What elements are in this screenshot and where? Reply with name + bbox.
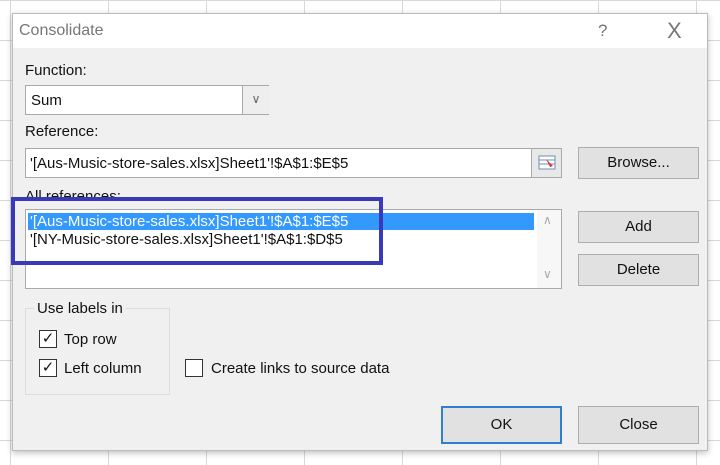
browse-button[interactable]: Browse...: [578, 147, 699, 179]
use-labels-title: Use labels in: [34, 300, 126, 317]
reference-value: '[Aus-Music-store-sales.xlsx]Sheet1'!$A$…: [30, 155, 349, 172]
close-button[interactable]: Close: [578, 406, 699, 444]
title-bar: Consolidate ? X: [13, 14, 707, 48]
chevron-down-icon[interactable]: ∨: [242, 86, 269, 114]
function-value: Sum: [31, 92, 62, 109]
delete-label: Delete: [616, 261, 661, 278]
dialog-title: Consolidate: [19, 22, 104, 39]
delete-button[interactable]: Delete: [578, 254, 699, 286]
function-label: Function:: [25, 62, 87, 79]
scroll-down-icon[interactable]: ∨: [543, 267, 552, 281]
highlight-box: [11, 197, 383, 265]
create-links-checkbox[interactable]: [185, 359, 203, 377]
range-picker-icon[interactable]: [531, 149, 561, 177]
reference-input[interactable]: '[Aus-Music-store-sales.xlsx]Sheet1'!$A$…: [25, 148, 562, 178]
left-column-label: Left column: [64, 360, 142, 377]
add-button[interactable]: Add: [578, 211, 699, 243]
consolidate-dialog: Consolidate ? X Function: Sum ∨ Referenc…: [11, 13, 708, 451]
function-select[interactable]: Sum ∨: [25, 85, 269, 115]
browse-label: Browse...: [607, 154, 670, 171]
close-label: Close: [619, 416, 658, 433]
use-labels-group: Use labels in: [25, 300, 170, 395]
add-label: Add: [625, 218, 652, 235]
ok-button[interactable]: OK: [441, 406, 562, 444]
top-row-label: Top row: [64, 331, 117, 348]
scroll-up-icon[interactable]: ∧: [543, 213, 552, 227]
create-links-label: Create links to source data: [211, 360, 390, 377]
reference-label: Reference:: [25, 123, 99, 140]
list-scrollbar[interactable]: ∧ ∨: [537, 210, 561, 288]
ok-label: OK: [490, 416, 513, 433]
help-button[interactable]: ?: [598, 21, 607, 41]
left-column-checkbox[interactable]: ✓: [39, 359, 57, 377]
close-icon[interactable]: X: [667, 18, 682, 44]
top-row-checkbox[interactable]: ✓: [39, 330, 57, 348]
